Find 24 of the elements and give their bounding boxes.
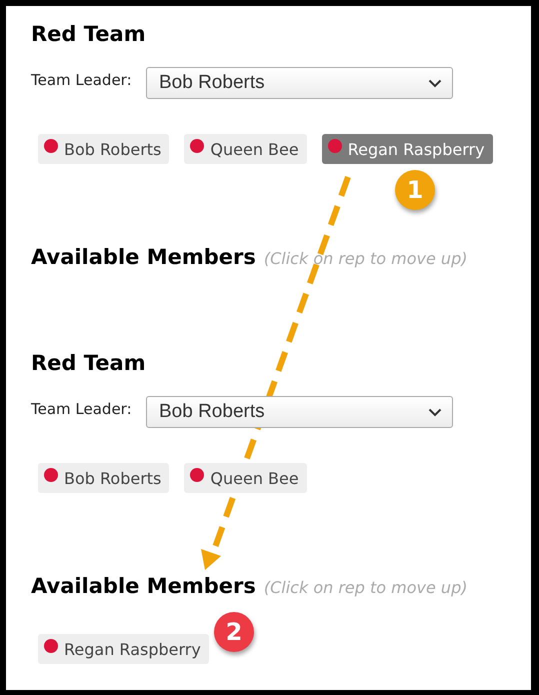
team-title: Red Team: [31, 351, 147, 375]
status-dot: [44, 468, 58, 482]
member-chip[interactable]: Bob Roberts: [38, 463, 170, 493]
status-dot: [190, 468, 204, 482]
member-chip[interactable]: Queen Bee: [184, 134, 307, 164]
section-title: Available Members: [31, 245, 256, 269]
status-dot: [44, 139, 58, 153]
section-title: Available Members: [31, 574, 256, 598]
team-leader-label: Team Leader:: [31, 71, 133, 89]
caret-icon: [428, 408, 442, 416]
status-dot: [190, 139, 204, 153]
caret-icon: [428, 78, 442, 88]
status-dot: [44, 639, 58, 653]
member-chip[interactable]: Bob Roberts: [38, 134, 170, 164]
team-title: Red Team: [31, 22, 147, 46]
hint-text: (Click on rep to move up): [264, 249, 468, 268]
team-leader-label: Team Leader:: [31, 400, 133, 418]
hint-text: (Click on rep to move up): [264, 578, 468, 597]
member-chip[interactable]: Queen Bee: [184, 463, 307, 493]
leader-dropdown[interactable]: Bob Roberts: [146, 396, 453, 428]
leader-dropdown[interactable]: Bob Roberts: [146, 67, 453, 99]
status-dot: [328, 139, 342, 153]
member-chip[interactable]: Regan Raspberry: [38, 634, 209, 664]
member-chip[interactable]: Regan Raspberry: [322, 134, 493, 164]
